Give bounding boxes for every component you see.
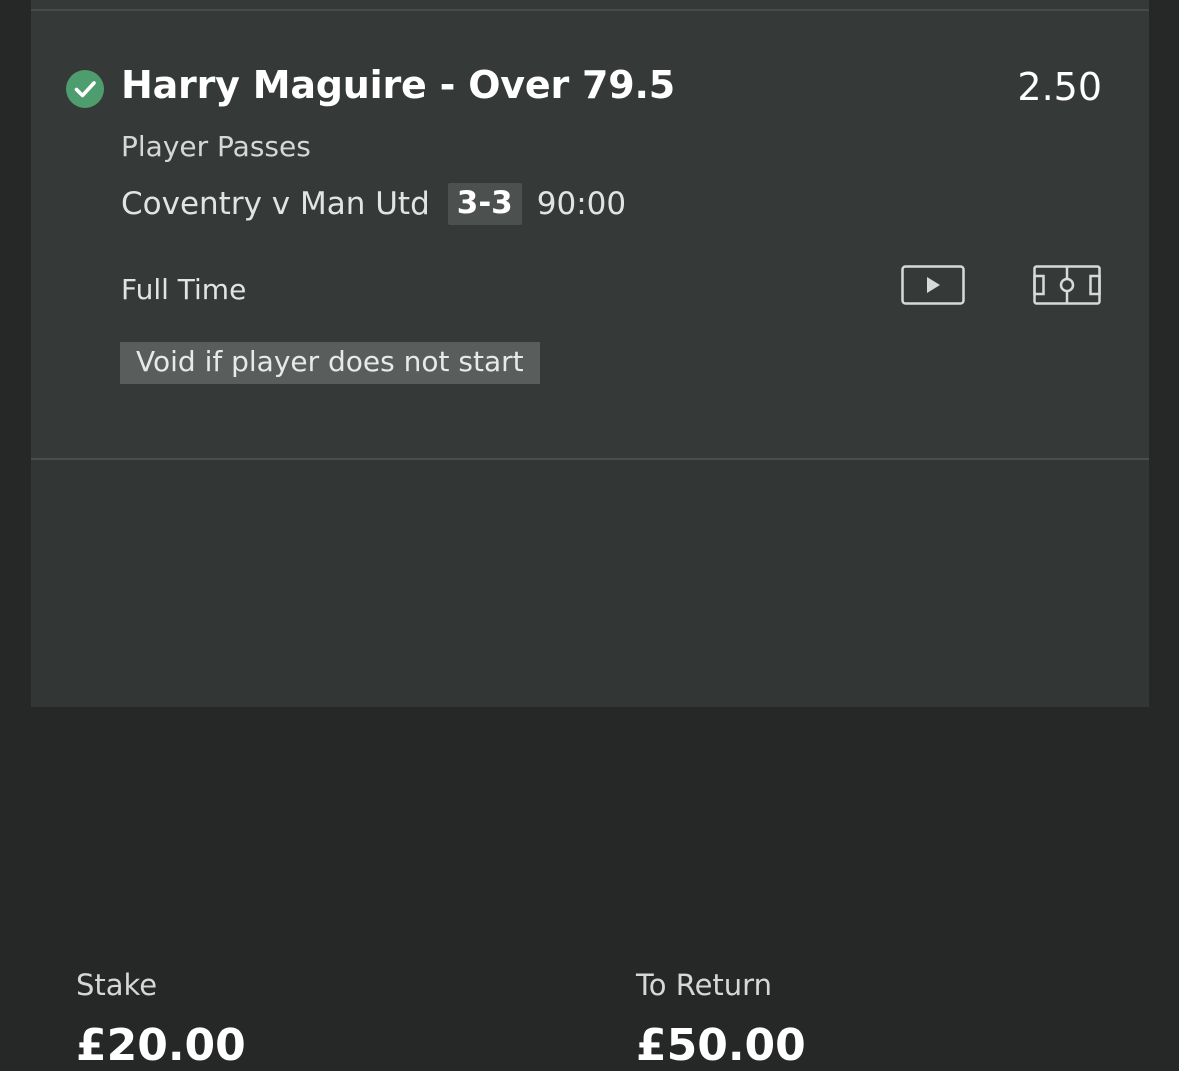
match-status: Full Time — [121, 273, 247, 306]
selection-title: Harry Maguire - Over 79.5 — [121, 63, 675, 107]
return-label: To Return — [636, 968, 772, 1002]
check-circle-icon — [66, 70, 104, 108]
event-name[interactable]: Coventry v Man Utd — [121, 186, 430, 222]
bet-card: Harry Maguire - Over 79.5 2.50 Player Pa… — [31, 0, 1149, 1071]
market-name: Player Passes — [121, 130, 311, 163]
void-note-badge: Void if player does not start — [120, 342, 540, 384]
bet-summary: Stake £20.00 To Return £50.00 — [31, 460, 1149, 1071]
video-play-icon[interactable] — [901, 265, 965, 305]
odds-value: 2.50 — [1017, 65, 1102, 109]
event-row[interactable]: Coventry v Man Utd 3-3 90:00 — [121, 182, 626, 226]
pitch-icon[interactable] — [1033, 265, 1101, 305]
stake-label: Stake — [76, 968, 158, 1002]
score-badge: 3-3 — [447, 183, 522, 225]
top-divider — [31, 9, 1149, 11]
return-value: £50.00 — [636, 1020, 806, 1071]
match-clock: 90:00 — [536, 186, 627, 222]
stake-value: £20.00 — [76, 1020, 246, 1071]
